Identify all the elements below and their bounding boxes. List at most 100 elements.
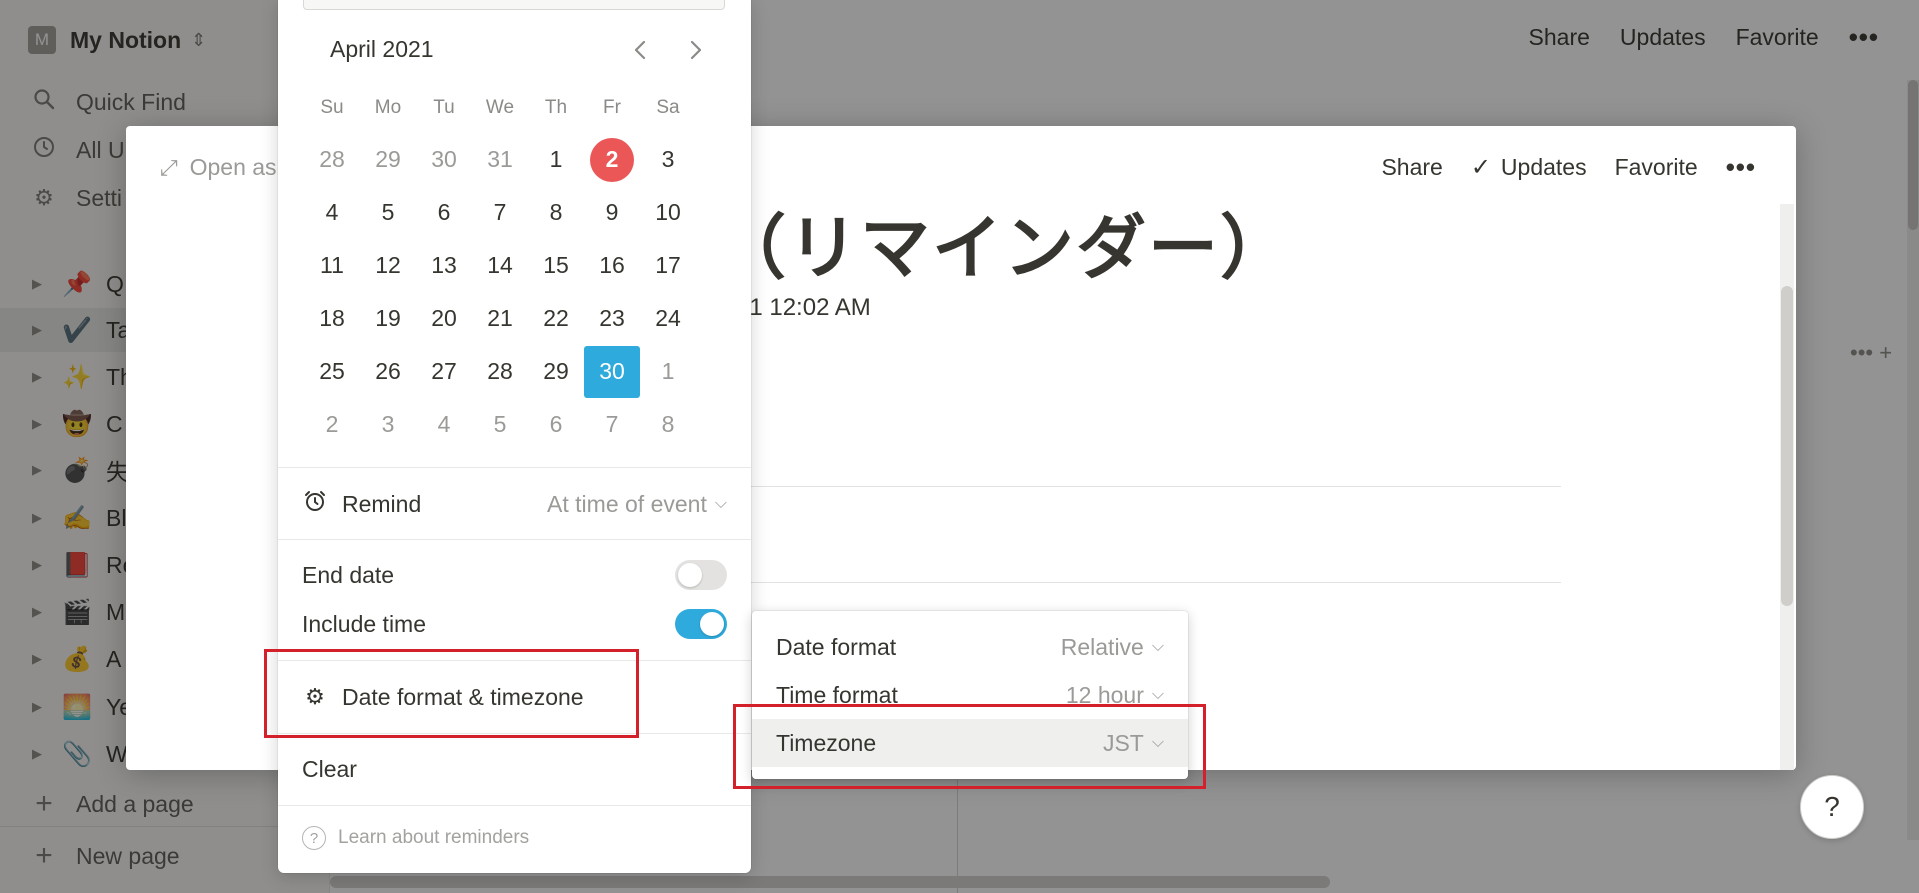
calendar-day[interactable]: 31 bbox=[472, 133, 528, 186]
date-property-value[interactable]: 21 12:02 AM bbox=[736, 294, 871, 322]
calendar-day[interactable]: 2 bbox=[304, 398, 360, 451]
calendar-day-number: 25 bbox=[319, 358, 345, 384]
calendar-day-number: 10 bbox=[655, 199, 681, 225]
date-format-option[interactable]: Date format Relative ⌵ bbox=[752, 623, 1188, 671]
calendar-day-number: 30 bbox=[431, 146, 457, 172]
calendar-day[interactable]: 24 bbox=[640, 292, 696, 345]
calendar-day[interactable]: 3 bbox=[640, 133, 696, 186]
scrollbar[interactable] bbox=[1781, 286, 1793, 606]
calendar-day[interactable]: 9 bbox=[584, 186, 640, 239]
calendar-day[interactable]: 8 bbox=[640, 398, 696, 451]
calendar-day[interactable]: 4 bbox=[304, 186, 360, 239]
expand-icon: ⤢ bbox=[160, 154, 178, 180]
calendar-day-number: 28 bbox=[487, 358, 513, 384]
date-format-select[interactable]: Relative ⌵ bbox=[1061, 634, 1164, 661]
modal-favorite-button[interactable]: Favorite bbox=[1615, 154, 1698, 181]
calendar-day-number: 4 bbox=[437, 411, 451, 437]
calendar-day[interactable]: 13 bbox=[416, 239, 472, 292]
calendar-day-number: 9 bbox=[605, 199, 619, 225]
calendar-day-today[interactable]: 2 bbox=[584, 133, 640, 186]
calendar-day[interactable]: 3 bbox=[360, 398, 416, 451]
calendar-day-number: 12 bbox=[375, 252, 401, 278]
calendar-day[interactable]: 23 bbox=[584, 292, 640, 345]
divider bbox=[278, 467, 751, 468]
remind-value: At time of event bbox=[547, 490, 707, 517]
more-icon[interactable]: ••• bbox=[1726, 152, 1756, 183]
calendar-day[interactable]: 4 bbox=[416, 398, 472, 451]
calendar-day[interactable]: 12 bbox=[360, 239, 416, 292]
calendar-day[interactable]: 20 bbox=[416, 292, 472, 345]
clear-button[interactable]: Clear bbox=[302, 749, 727, 789]
calendar-day[interactable]: 14 bbox=[472, 239, 528, 292]
open-as-page-button[interactable]: ⤢ Open as bbox=[160, 154, 277, 181]
modal-actions: Share ✓ Updates Favorite ••• bbox=[1381, 152, 1756, 183]
calendar-day[interactable]: 8 bbox=[528, 186, 584, 239]
calendar-day[interactable]: 27 bbox=[416, 345, 472, 398]
calendar-day-number: 28 bbox=[319, 146, 345, 172]
end-date-label: End date bbox=[302, 561, 395, 588]
remind-row[interactable]: Remind At time of event ⌵ bbox=[302, 484, 727, 524]
calendar-weekday-header: Su Mo Tu We Th Fr Sa bbox=[304, 94, 696, 122]
calendar-day[interactable]: 1 bbox=[528, 133, 584, 186]
calendar-day[interactable]: 17 bbox=[640, 239, 696, 292]
calendar-day-number: 1 bbox=[661, 358, 675, 384]
calendar-day[interactable]: 30 bbox=[416, 133, 472, 186]
calendar-day[interactable]: 26 bbox=[360, 345, 416, 398]
modal-updates-button[interactable]: ✓ Updates bbox=[1471, 153, 1587, 182]
calendar-day-number: 8 bbox=[661, 411, 675, 437]
alarm-clock-icon bbox=[302, 489, 328, 519]
chevron-left-icon[interactable] bbox=[624, 34, 656, 66]
chevron-down-icon: ⌵ bbox=[1151, 638, 1164, 655]
calendar-day[interactable]: 29 bbox=[360, 133, 416, 186]
calendar-day[interactable]: 15 bbox=[528, 239, 584, 292]
end-date-toggle[interactable] bbox=[675, 560, 727, 590]
calendar-day[interactable]: 6 bbox=[528, 398, 584, 451]
remind-select[interactable]: At time of event ⌵ bbox=[547, 491, 727, 518]
modal-share-button[interactable]: Share bbox=[1381, 154, 1442, 181]
checkmark-icon: ✓ bbox=[1470, 154, 1491, 181]
calendar-day[interactable]: 10 bbox=[640, 186, 696, 239]
calendar-day-number: 15 bbox=[543, 252, 569, 278]
calendar-day[interactable]: 5 bbox=[360, 186, 416, 239]
calendar-day-number: 16 bbox=[599, 252, 625, 278]
calendar-day-number: 6 bbox=[549, 411, 563, 437]
calendar-day-number: 19 bbox=[375, 305, 401, 331]
calendar-day[interactable]: 29 bbox=[528, 345, 584, 398]
calendar-day[interactable]: 7 bbox=[472, 186, 528, 239]
calendar-day[interactable]: 5 bbox=[472, 398, 528, 451]
calendar-day[interactable]: 7 bbox=[584, 398, 640, 451]
calendar-day[interactable]: 28 bbox=[304, 133, 360, 186]
page-title[interactable]: （リマインダー） bbox=[716, 192, 1292, 293]
calendar-day[interactable]: 25 bbox=[304, 345, 360, 398]
date-input[interactable] bbox=[303, 0, 725, 10]
calendar-day[interactable]: 22 bbox=[528, 292, 584, 345]
calendar-day-number: 14 bbox=[487, 252, 513, 278]
calendar-day-selected[interactable]: 30 bbox=[584, 345, 640, 398]
help-button[interactable]: ? bbox=[1800, 775, 1864, 839]
divider bbox=[716, 486, 1561, 487]
learn-about-reminders-link[interactable]: ? Learn about reminders bbox=[302, 826, 529, 850]
calendar-day[interactable]: 6 bbox=[416, 186, 472, 239]
include-time-toggle[interactable] bbox=[675, 609, 727, 639]
calendar-day-number: 5 bbox=[493, 411, 507, 437]
calendar-day-number: 5 bbox=[381, 199, 395, 225]
calendar-day-number: 23 bbox=[599, 305, 625, 331]
calendar-day[interactable]: 19 bbox=[360, 292, 416, 345]
calendar-day[interactable]: 21 bbox=[472, 292, 528, 345]
weekday-label: Th bbox=[544, 97, 568, 118]
calendar-day[interactable]: 16 bbox=[584, 239, 640, 292]
calendar-day-number: 31 bbox=[487, 146, 513, 172]
calendar-day-number: 6 bbox=[437, 199, 451, 225]
calendar-day[interactable]: 18 bbox=[304, 292, 360, 345]
calendar-day[interactable]: 11 bbox=[304, 239, 360, 292]
calendar-day[interactable]: 1 bbox=[640, 345, 696, 398]
remind-label: Remind bbox=[342, 490, 422, 517]
date-picker-popover: April 2021 Su Mo Tu We Th Fr Sa 28 29 30 31 1 2 3 4 5 6… bbox=[278, 0, 751, 873]
calendar-day-number: 27 bbox=[431, 358, 457, 384]
calendar-day-number: 18 bbox=[319, 305, 345, 331]
calendar-day[interactable]: 28 bbox=[472, 345, 528, 398]
chevron-right-icon[interactable] bbox=[680, 34, 712, 66]
date-format-value: Relative bbox=[1060, 633, 1144, 660]
end-date-row: End date bbox=[302, 555, 727, 595]
calendar-day-number: 8 bbox=[549, 199, 563, 225]
